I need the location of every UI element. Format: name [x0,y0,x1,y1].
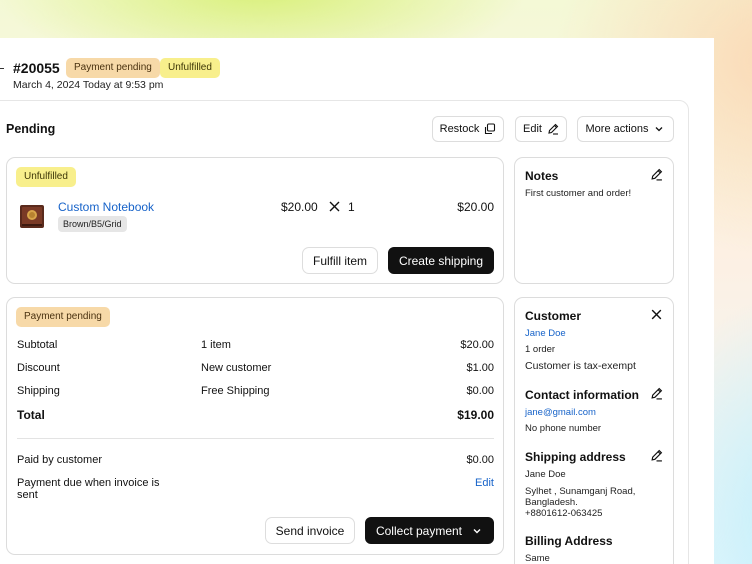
line-total: $20.00 [457,200,494,214]
product-image [20,205,44,228]
customer-tax-status: Customer is tax-exempt [525,360,636,372]
product-variant: Brown/B5/Grid [58,216,127,232]
create-shipping-button[interactable]: Create shipping [388,247,494,274]
billing-text: Same [525,553,550,564]
unit-price: $20.00 [281,200,318,214]
product-name-link[interactable]: Custom Notebook [58,200,154,214]
quantity: 1 [348,200,355,214]
customer-card: Customer Jane Doe 1 order Customer is ta… [514,297,674,564]
row-label: Subtotal [17,339,58,351]
collect-payment-button[interactable]: Collect payment [365,517,494,544]
payment-card: Payment pending Subtotal 1 item $20.00 D… [6,297,504,555]
pencil-icon [548,123,559,135]
row-detail: New customer [201,362,272,374]
send-invoice-button[interactable]: Send invoice [265,517,355,544]
order-date: March 4, 2024 Today at 9:53 pm [13,79,164,91]
pencil-icon[interactable] [650,168,663,181]
fulfillment-card: Unfulfilled Custom Notebook Brown/B5/Gri… [6,157,504,284]
contact-title: Contact information [525,388,639,402]
billing-address-title: Billing Address [525,534,613,548]
chevron-down-icon [473,528,481,533]
fulfill-item-button[interactable]: Fulfill item [302,247,378,274]
shipping-line-2: Bangladesh. [525,497,578,508]
total-amount: $19.00 [457,408,494,422]
close-icon[interactable] [650,308,663,321]
summary-row-total: Total $19.00 [17,408,494,424]
total-label: Total [17,408,45,422]
row-label: Discount [17,362,60,374]
pencil-icon[interactable] [650,449,663,462]
shipping-address-title: Shipping address [525,450,626,464]
row-amount: $20.00 [460,339,494,351]
notes-title: Notes [525,169,559,183]
customer-phone: No phone number [525,423,602,434]
order-id: #20055 [13,60,60,76]
more-actions-label: More actions [585,123,649,135]
edit-button[interactable]: Edit [515,116,567,142]
payment-pending-badge: Payment pending [16,307,110,327]
row-label: Shipping [17,385,60,397]
due-label: Payment due when invoice is sent [17,477,160,501]
section-title: Pending [6,122,56,136]
row-amount: $1.00 [466,362,494,374]
shipping-name: Jane Doe [525,469,566,480]
back-arrow-icon[interactable] [0,68,4,69]
collect-payment-label: Collect payment [375,523,463,538]
times-icon [329,201,340,212]
due-edit-link[interactable]: Edit [475,477,494,489]
restock-label: Restock [439,123,480,135]
row-detail: Free Shipping [201,385,270,397]
shipping-phone: +8801612-063425 [525,508,603,519]
pending-card: Pending Restock Edit More actions Unfulf… [0,100,689,564]
due-row: Payment due when invoice is sent Edit [17,477,494,505]
summary-row-discount: Discount New customer $1.00 [17,362,494,378]
pencil-icon[interactable] [650,387,663,400]
summary-row-shipping: Shipping Free Shipping $0.00 [17,385,494,401]
customer-title: Customer [525,309,582,323]
edit-label: Edit [523,123,542,135]
unfulfilled-badge: Unfulfilled [16,167,76,187]
notes-card: Notes First customer and order! [514,157,674,284]
row-detail: 1 item [201,339,231,351]
paid-label: Paid by customer [17,454,102,466]
restock-button[interactable]: Restock [432,116,504,142]
payment-status-badge: Payment pending [66,58,160,78]
customer-name-link[interactable]: Jane Doe [525,328,566,339]
customer-email-link[interactable]: jane@gmail.com [525,407,596,418]
shipping-line-1: Sylhet , Sunamganj Road, [525,486,636,497]
paid-row: Paid by customer $0.00 [17,454,494,470]
paid-amount: $0.00 [466,454,494,466]
customer-orders: 1 order [525,344,556,355]
divider [17,438,494,439]
more-actions-button[interactable]: More actions [577,116,674,142]
copy-icon [485,123,496,135]
row-amount: $0.00 [466,385,494,397]
order-panel: #20055 Payment pending Unfulfilled March… [0,38,714,564]
summary-row-subtotal: Subtotal 1 item $20.00 [17,339,494,355]
notes-text: First customer and order! [525,188,632,199]
fulfillment-status-badge: Unfulfilled [160,58,220,78]
chevron-down-icon [656,127,663,132]
